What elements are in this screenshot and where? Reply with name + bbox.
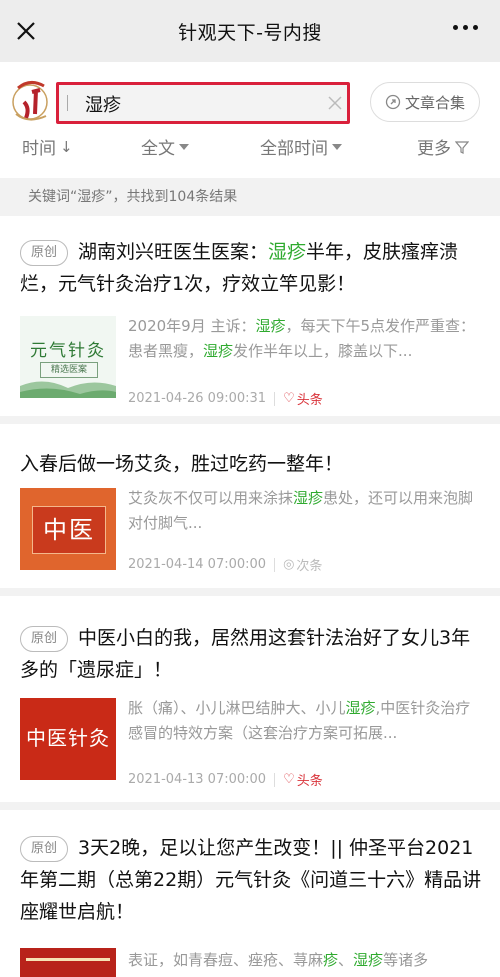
result-item[interactable]: 入春后做一场艾灸，胜过吃药一整年！ 中医 艾灸灰不仅可以用来涂抹湿疹患处，还可以…: [0, 424, 500, 596]
caret-down-icon: [179, 143, 189, 150]
publish-date: 2021-04-13 07:00:00: [128, 772, 267, 787]
position-tag: 头条: [296, 393, 323, 408]
filter-fulltext-label: 全文: [141, 139, 175, 159]
result-title[interactable]: 原创 中医小白的我，居然用这套针法治好了女儿3年多的「遗尿症」！: [20, 622, 482, 686]
original-badge: 原创: [20, 626, 69, 652]
divider: [274, 557, 276, 572]
filter-time-label: 时间: [22, 139, 56, 159]
keyword-highlight: 疹: [323, 951, 339, 969]
result-meta: 2021-04-13 07:00:00 ♡ 头条: [128, 770, 323, 789]
headline-tag-icon: ♡: [283, 772, 295, 787]
title-text: 3天2晚，足以让您产生改变！|| 仲圣平台2021年第二期（总第22期）元气针灸…: [20, 837, 482, 923]
thumbnail-title: 元气针灸: [30, 341, 106, 361]
result-title[interactable]: 入春后做一场艾灸，胜过吃药一整年！: [20, 448, 482, 480]
arrow-down-icon: ↓: [60, 137, 73, 156]
collection-label: 文章合集: [404, 93, 465, 112]
result-thumbnail: 中医: [20, 488, 116, 570]
headline-tag-icon: ♡: [283, 391, 295, 406]
cursor-icon: [67, 95, 82, 111]
caret-down-icon: [332, 143, 342, 150]
excerpt-text: 表证，如青春痘、痤疮、荨麻: [128, 951, 324, 969]
keyword-highlight: 湿疹: [353, 951, 384, 969]
position-tag: 次条: [296, 559, 323, 574]
excerpt-text: 、: [338, 951, 354, 969]
result-excerpt: 艾灸灰不仅可以用来涂抹湿疹患处，还可以用来泡脚对付脚气...: [128, 486, 482, 536]
title-bar: 针观天下-号内搜: [0, 0, 500, 62]
result-title[interactable]: 原创 湖南刘兴旺医生医案：湿疹半年，皮肤瘙痒溃烂，元气针灸治疗1次，疗效立竿见影！: [20, 236, 482, 300]
keyword-highlight: 湿疹: [203, 342, 234, 360]
result-thumbnail: 元气针灸 精选医案: [20, 316, 116, 398]
title-text: 湖南刘兴旺医生医案：: [78, 241, 269, 263]
page-title: 针观天下-号内搜: [178, 21, 322, 44]
keyword-highlight: 湿疹: [255, 317, 286, 335]
result-thumbnail: [20, 948, 116, 977]
keyword-highlight: 湿疹: [268, 241, 307, 263]
more-options-icon[interactable]: [453, 25, 478, 30]
excerpt-text: 2020年9月 主诉：: [128, 317, 256, 335]
filter-all-time[interactable]: 全部时间: [260, 134, 342, 159]
close-icon[interactable]: [14, 19, 38, 43]
filter-more[interactable]: 更多: [417, 134, 469, 159]
article-collection-button[interactable]: 文章合集: [370, 82, 480, 122]
title-text: 中医小白的我，居然用这套针法治好了女儿3年多的「遗尿症」！: [20, 627, 471, 681]
funnel-icon: [455, 140, 469, 154]
keyword-highlight: 湿疹: [345, 699, 376, 717]
result-title[interactable]: 原创 3天2晚，足以让您产生改变！|| 仲圣平台2021年第二期（总第22期）元气…: [20, 832, 482, 928]
result-excerpt: 2020年9月 主诉：湿疹，每天下午5点发作严重查：患者黑瘦，湿疹发作半年以上，…: [128, 314, 482, 364]
result-summary: 关键词“湿疹”，共找到104条结果: [0, 178, 500, 216]
divider: [274, 391, 276, 406]
result-meta: 2021-04-14 07:00:00 ◎ 次条: [128, 555, 322, 574]
search-input[interactable]: 湿疹: [56, 82, 350, 124]
thumbnail-title: 中医针灸: [26, 726, 110, 750]
publish-date: 2021-04-26 09:00:31: [128, 391, 267, 406]
search-query: 湿疹: [85, 95, 121, 116]
excerpt-text: 发作半年以上，膝盖以下...: [233, 342, 413, 360]
filter-fulltext[interactable]: 全文: [141, 134, 189, 159]
divider: [274, 772, 276, 787]
result-excerpt: 胀（痛）、小儿淋巴结肿大、小儿湿疹,中医针灸治疗感冒的特效方案（这套治疗方案可拓…: [128, 696, 482, 746]
result-thumbnail: 中医针灸: [20, 698, 116, 780]
result-item[interactable]: 原创 3天2晚，足以让您产生改变！|| 仲圣平台2021年第二期（总第22期）元气…: [0, 810, 500, 977]
keyword-highlight: 湿疹: [293, 489, 324, 507]
filter-bar: 时间 ↓ 全文 全部时间 更多: [0, 128, 500, 168]
filter-all-time-label: 全部时间: [260, 139, 328, 159]
clear-icon[interactable]: [327, 95, 343, 111]
result-item[interactable]: 原创 中医小白的我，居然用这套针法治好了女儿3年多的「遗尿症」！ 中医针灸 胀（痛…: [0, 596, 500, 810]
thumbnail-title: 中医: [32, 506, 106, 554]
filter-time[interactable]: 时间 ↓: [22, 134, 73, 160]
collection-icon: [385, 94, 401, 110]
excerpt-text: 胀（痛）、小儿淋巴结肿大、小儿: [128, 699, 346, 717]
original-badge: 原创: [20, 836, 69, 862]
position-tag: 头条: [296, 774, 323, 789]
hills-icon: [20, 381, 116, 398]
title-text: 入春后做一场艾灸，胜过吃药一整年！: [20, 453, 344, 475]
original-badge: 原创: [20, 240, 69, 266]
location-pin-icon: ◎: [283, 557, 295, 572]
publish-date: 2021-04-14 07:00:00: [128, 557, 267, 572]
excerpt-text: 艾灸灰不仅可以用来涂抹: [128, 489, 294, 507]
result-excerpt: 表证，如青春痘、痤疮、荨麻疹、湿疹等诸多: [128, 948, 482, 973]
filter-more-label: 更多: [417, 139, 451, 159]
result-item[interactable]: 原创 湖南刘兴旺医生医案：湿疹半年，皮肤瘙痒溃烂，元气针灸治疗1次，疗效立竿见影！…: [0, 216, 500, 424]
result-meta: 2021-04-26 09:00:31 ♡ 头条: [128, 389, 323, 408]
excerpt-text: 等诸多: [383, 951, 429, 969]
account-logo-icon[interactable]: [10, 74, 52, 130]
